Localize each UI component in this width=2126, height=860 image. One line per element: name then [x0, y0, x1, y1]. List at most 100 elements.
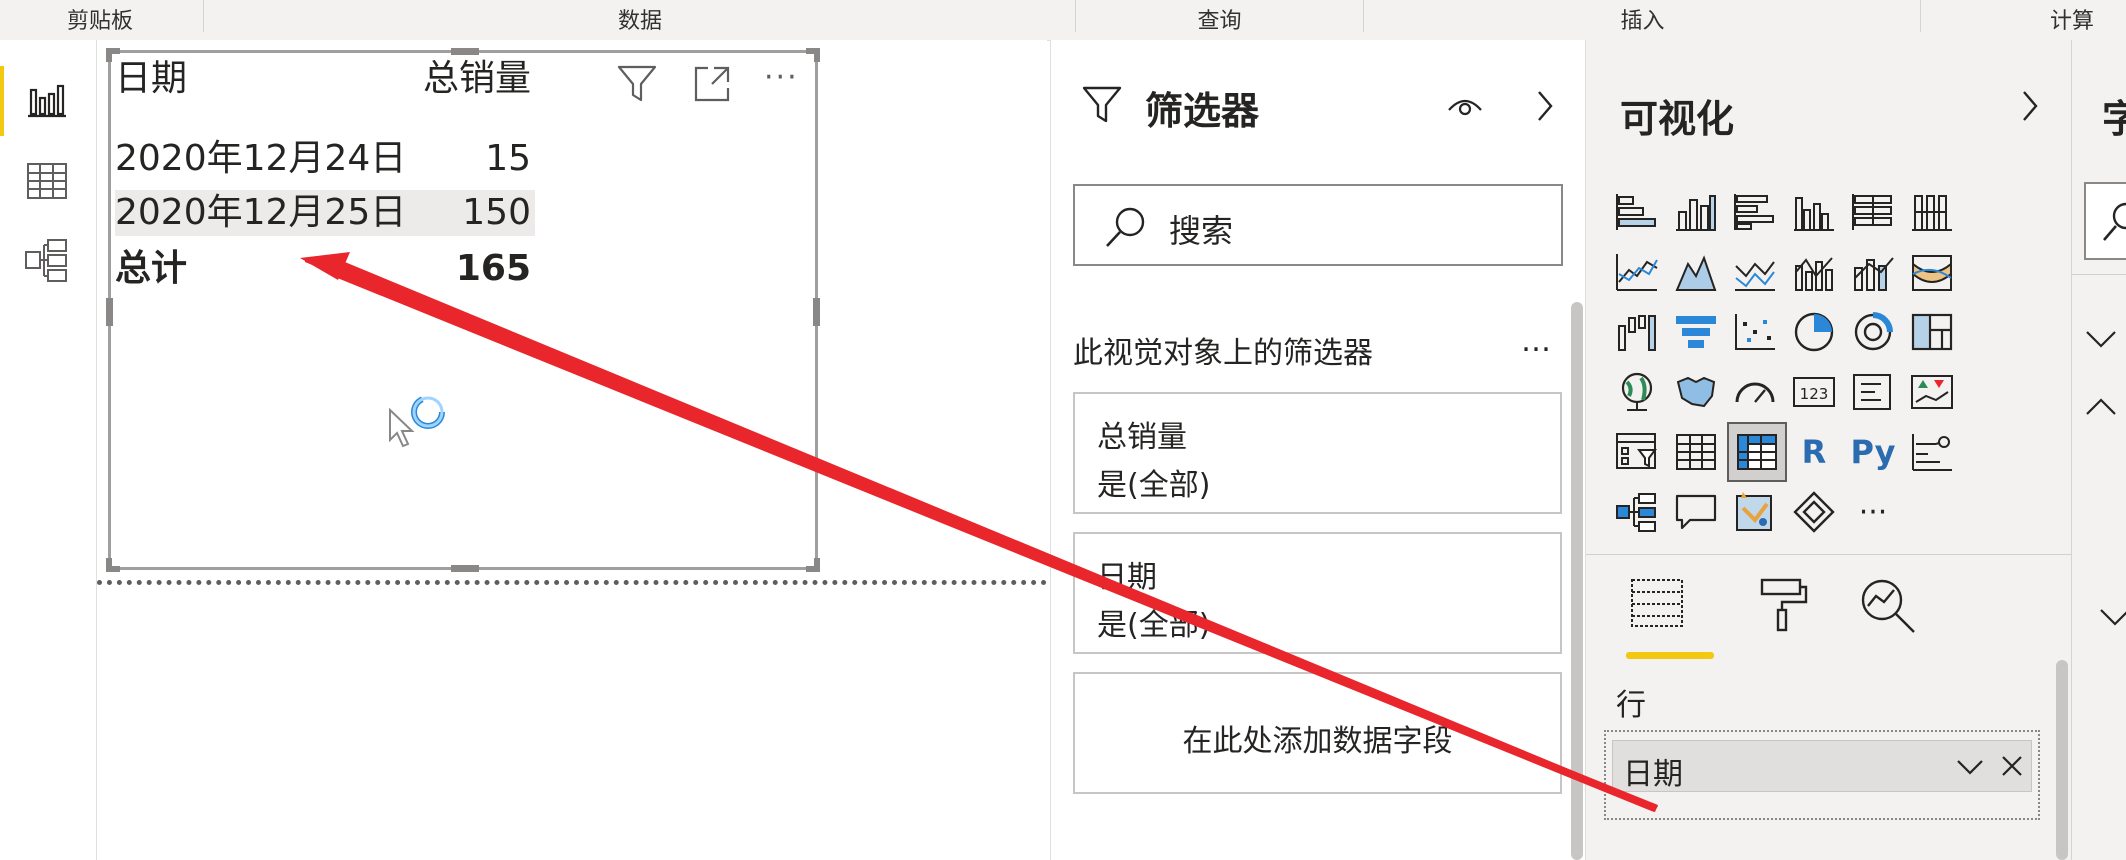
filter-card-total-sales[interactable]: 总销量 是(全部) [1073, 392, 1562, 514]
rows-field-pill[interactable]: 日期 [1612, 740, 2032, 792]
focus-mode-icon[interactable] [692, 64, 732, 104]
100-stacked-bar-chart-icon[interactable] [1847, 186, 1899, 238]
table-cell-date: 2020年12月25日 [115, 192, 407, 233]
section-more-icon[interactable]: … [1521, 324, 1551, 359]
area-chart-icon[interactable] [1670, 246, 1722, 298]
table-total-row: 总计 165 [115, 246, 531, 292]
resize-handle[interactable] [451, 48, 479, 55]
power-apps-icon[interactable] [1788, 486, 1840, 538]
table-cell-value: 150 [462, 192, 531, 233]
ribbon-group-data[interactable]: 数据 [205, 0, 1075, 40]
svg-text:123: 123 [1800, 385, 1829, 403]
filters-search-input[interactable]: 搜索 [1073, 184, 1563, 266]
model-view-icon [25, 239, 67, 282]
filters-scrollbar[interactable] [1571, 302, 1583, 860]
ribbon-group-query[interactable]: 查询 [1077, 0, 1362, 40]
donut-chart-icon[interactable] [1847, 306, 1899, 358]
table-row: 2020年12月24日 15 [115, 136, 531, 182]
matrix-icon-selected[interactable] [1727, 422, 1787, 482]
ribbon-group-clipboard[interactable]: 剪贴板 [0, 0, 200, 40]
resize-handle[interactable] [813, 298, 820, 326]
table-row-hovered: 2020年12月25日 150 [115, 190, 535, 236]
resize-handle[interactable] [814, 48, 820, 62]
chevron-down-icon[interactable] [2084, 328, 2118, 352]
filter-card-state: 是(全部) [1097, 468, 1211, 503]
format-tab[interactable] [1754, 576, 1814, 636]
stacked-bar-chart-icon[interactable] [1611, 186, 1663, 238]
filter-icon[interactable] [616, 64, 658, 104]
ribbon-group-calculations[interactable]: 计算 [2050, 0, 2126, 40]
remove-field-icon[interactable] [1999, 753, 2025, 779]
clustered-column-chart-icon[interactable] [1788, 186, 1840, 238]
key-influencers-icon[interactable] [1906, 426, 1958, 478]
line-stacked-column-chart-icon[interactable] [1847, 246, 1899, 298]
gauge-icon[interactable] [1729, 366, 1781, 418]
ribbon: 剪贴板 数据 查询 插入 计算 [0, 0, 2126, 41]
fields-tab[interactable] [1628, 576, 1690, 636]
column-header-date[interactable]: 日期 [115, 56, 187, 102]
filters-title: 筛选器 [1145, 89, 1260, 133]
line-clustered-column-chart-icon[interactable] [1788, 246, 1840, 298]
eye-icon[interactable] [1445, 88, 1485, 122]
more-options-icon[interactable]: ··· [764, 60, 799, 95]
ribbon-separator [203, 0, 204, 32]
line-chart-icon[interactable] [1611, 246, 1663, 298]
resize-handle[interactable] [106, 298, 113, 326]
resize-handle[interactable] [814, 558, 820, 572]
ribbon-separator [1075, 0, 1076, 32]
treemap-icon[interactable] [1906, 306, 1958, 358]
chevron-down-icon[interactable] [2098, 606, 2126, 630]
fields-pane: 字 [2071, 40, 2126, 860]
map-icon[interactable] [1611, 366, 1663, 418]
rows-drop-zone[interactable]: 日期 [1604, 730, 2040, 820]
busy-cursor-icon [389, 395, 445, 448]
waterfall-chart-icon[interactable] [1611, 306, 1663, 358]
table-icon[interactable] [1670, 426, 1722, 478]
chevron-down-icon[interactable] [1955, 755, 1985, 779]
resize-handle[interactable] [106, 48, 112, 62]
report-view-button[interactable] [0, 60, 96, 140]
funnel-chart-icon[interactable] [1670, 306, 1722, 358]
ribbon-group-insert[interactable]: 插入 [1365, 0, 1920, 40]
column-header-total-sales[interactable]: 总销量 [423, 56, 531, 102]
clustered-bar-chart-icon[interactable] [1729, 186, 1781, 238]
ribbon-separator [1363, 0, 1364, 32]
pie-chart-icon[interactable] [1788, 306, 1840, 358]
filter-icon [1082, 86, 1122, 123]
decomposition-tree-icon[interactable] [1611, 486, 1663, 538]
stacked-area-chart-icon[interactable] [1729, 246, 1781, 298]
stacked-column-chart-icon[interactable] [1670, 186, 1722, 238]
model-view-button[interactable] [0, 220, 96, 300]
filter-card-field: 总销量 [1097, 420, 1187, 455]
qa-icon[interactable] [1670, 486, 1722, 538]
card-icon[interactable]: 123 [1788, 366, 1840, 418]
filter-card-date[interactable]: 日期 是(全部) [1073, 532, 1562, 654]
kpi-icon[interactable] [1906, 366, 1958, 418]
resize-handle[interactable] [106, 558, 112, 572]
viz-pane-scrollbar[interactable] [2056, 660, 2068, 860]
more-visuals-icon[interactable]: ··· [1847, 486, 1899, 538]
multi-row-card-icon[interactable] [1847, 366, 1899, 418]
filled-map-icon[interactable] [1670, 366, 1722, 418]
table-visual[interactable] [106, 48, 820, 572]
resize-handle[interactable] [451, 565, 479, 572]
100-stacked-column-chart-icon[interactable] [1906, 186, 1958, 238]
add-data-field-drop-zone[interactable]: 在此处添加数据字段 [1073, 672, 1562, 794]
total-value: 165 [455, 248, 531, 289]
data-view-button[interactable] [0, 140, 96, 220]
visualizations-pane: 可视化 123 R Py ··· 行 日期 [1585, 40, 2071, 860]
chevron-right-icon[interactable] [1531, 86, 1559, 126]
python-visual-icon[interactable]: Py [1847, 426, 1899, 478]
chevron-up-icon[interactable] [2084, 394, 2118, 418]
scatter-chart-icon[interactable] [1729, 306, 1781, 358]
fields-search-input[interactable] [2084, 182, 2126, 260]
slicer-icon[interactable] [1611, 426, 1663, 478]
ribbon-chart-icon[interactable] [1906, 246, 1958, 298]
table-cell-value: 15 [485, 138, 531, 179]
smart-narrative-icon[interactable] [1729, 486, 1781, 538]
table-cell-date: 2020年12月24日 [115, 138, 407, 179]
filters-section-title: 此视觉对象上的筛选器 [1073, 336, 1373, 371]
analytics-tab[interactable] [1858, 576, 1922, 640]
r-visual-icon[interactable]: R [1788, 426, 1840, 478]
chevron-right-icon[interactable] [2016, 86, 2044, 126]
